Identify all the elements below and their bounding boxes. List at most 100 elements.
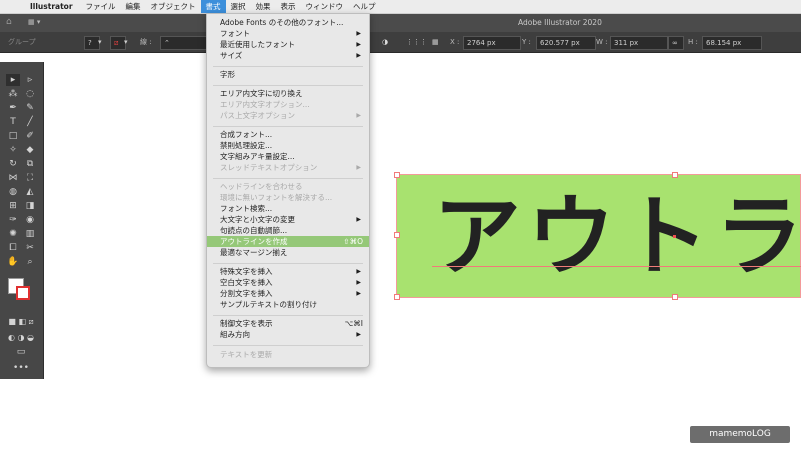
align-icon[interactable]: ⋮⋮⋮ xyxy=(406,36,427,48)
shaper-tool-icon[interactable]: ✧ xyxy=(6,144,20,156)
menu-item-mojikumi-settings[interactable]: 文字組みアキ量設定... xyxy=(207,151,369,162)
workspace-switcher-icon[interactable]: ▦ ▾ xyxy=(28,18,40,26)
menu-item-label: 分割文字を挿入 xyxy=(220,289,273,298)
paintbrush-tool-icon[interactable]: ✐ xyxy=(23,130,37,142)
magic-wand-tool-icon[interactable]: ⁂ xyxy=(6,88,20,100)
y-label: Y : xyxy=(522,38,531,46)
artboard-tool-icon[interactable]: ⧠ xyxy=(6,242,20,254)
selection-handle[interactable] xyxy=(394,172,400,178)
home-icon[interactable]: ⌂ xyxy=(6,17,12,27)
more-tools-icon[interactable]: ••• xyxy=(12,362,30,374)
menu-item-resolve-missing-fonts[interactable]: 環境に無いフォントを解決する... xyxy=(207,192,369,203)
rectangle-tool-icon[interactable]: □ xyxy=(6,130,20,142)
color-mode-icons[interactable]: ■ ◧ ⧄ xyxy=(4,316,38,328)
h-input[interactable]: 68.154 px xyxy=(702,36,762,50)
screen-mode-icon[interactable]: ▭ xyxy=(12,346,30,358)
selection-handle[interactable] xyxy=(394,232,400,238)
menu-item-optical-margin-alignment[interactable]: 最適なマージン揃え xyxy=(207,247,369,258)
direct-selection-tool-icon[interactable]: ▹ xyxy=(23,74,37,86)
menu-item-label: テキストを更新 xyxy=(220,350,273,359)
perspective-grid-tool-icon[interactable]: ⊞ xyxy=(6,200,20,212)
menu-item-insert-whitespace[interactable]: 空白文字を挿入 ▶ xyxy=(207,277,369,288)
curvature-tool-icon[interactable]: ✎ xyxy=(23,102,37,114)
menu-item-recent-fonts[interactable]: 最近使用したフォント ▶ xyxy=(207,39,369,50)
pen-tool-icon[interactable]: ✒ xyxy=(6,102,20,114)
live-paint-tool-icon[interactable]: ◭ xyxy=(23,186,37,198)
eyedropper-tool-icon[interactable]: ✑ xyxy=(6,214,20,226)
menu-object[interactable]: オブジェクト xyxy=(146,0,201,13)
center-point xyxy=(673,235,676,238)
menu-item-composite-fonts[interactable]: 合成フォント... xyxy=(207,129,369,140)
menu-item-font[interactable]: フォント ▶ xyxy=(207,28,369,39)
menu-file[interactable]: ファイル xyxy=(81,0,121,13)
line-tool-icon[interactable]: ╱ xyxy=(23,116,37,128)
menu-item-show-hidden-characters[interactable]: 制御文字を表示 ⌥⌘I xyxy=(207,318,369,329)
menu-effect[interactable]: 効果 xyxy=(251,0,276,13)
menu-item-adobe-fonts[interactable]: Adobe Fonts のその他のフォント... xyxy=(207,17,369,28)
menu-view[interactable]: 表示 xyxy=(276,0,301,13)
y-input[interactable]: 620.577 px xyxy=(536,36,596,50)
menu-item-size[interactable]: サイズ ▶ xyxy=(207,50,369,61)
reference-point-icon[interactable]: ▦ xyxy=(432,36,439,48)
rotate-tool-icon[interactable]: ↻ xyxy=(6,158,20,170)
width-tool-icon[interactable]: ⋈ xyxy=(6,172,20,184)
type-tool-icon[interactable]: T xyxy=(6,116,20,128)
menu-item-label: 環境に無いフォントを解決する... xyxy=(220,193,333,202)
menu-item-glyphs[interactable]: 字形 xyxy=(207,69,369,80)
link-icon[interactable]: ∞ xyxy=(668,36,684,50)
submenu-arrow-icon: ▶ xyxy=(356,268,361,275)
slice-tool-icon[interactable]: ✂ xyxy=(23,242,37,254)
menu-item-insert-special-character[interactable]: 特殊文字を挿入 ▶ xyxy=(207,266,369,277)
chevron-down-icon[interactable]: ▾ xyxy=(124,36,128,48)
menu-item-fit-headline[interactable]: ヘッドラインを合わせる xyxy=(207,181,369,192)
selection-handle[interactable] xyxy=(394,294,400,300)
menu-item-type-on-path-options[interactable]: パス上文字オプション ▶ xyxy=(207,110,369,121)
shape-builder-tool-icon[interactable]: ◍ xyxy=(6,186,20,198)
menu-item-smart-punctuation[interactable]: 句読点の自動調節... xyxy=(207,225,369,236)
menu-window[interactable]: ウィンドウ xyxy=(301,0,349,13)
menu-edit[interactable]: 編集 xyxy=(121,0,146,13)
menu-item-type-orientation[interactable]: 組み方向 ▶ xyxy=(207,329,369,340)
draw-mode-icons[interactable]: ◐ ◑ ◒ xyxy=(4,332,38,344)
menu-separator xyxy=(213,126,363,127)
menu-item-update-legacy-text[interactable]: テキストを更新 xyxy=(207,349,369,360)
menu-item-insert-break[interactable]: 分割文字を挿入 ▶ xyxy=(207,288,369,299)
menu-item-fill-placeholder-text[interactable]: サンプルテキストの割り付け xyxy=(207,299,369,310)
scale-tool-icon[interactable]: ⧉ xyxy=(23,158,37,170)
selection-handle[interactable] xyxy=(672,294,678,300)
menu-item-create-outlines[interactable]: アウトラインを作成 ⇧⌘O xyxy=(207,236,369,247)
x-input[interactable]: 2764 px xyxy=(463,36,521,50)
graph-tool-icon[interactable]: ▥ xyxy=(23,228,37,240)
app-name-menu[interactable]: Illustrator xyxy=(30,2,73,11)
stroke-color-icon[interactable] xyxy=(16,286,30,300)
submenu-arrow-icon: ▶ xyxy=(356,216,361,223)
menu-item-label: 大文字と小文字の変更 xyxy=(220,215,295,224)
menu-item-label: 文字組みアキ量設定... xyxy=(220,152,295,161)
stroke-weight-input[interactable]: ⌃ xyxy=(160,36,208,50)
w-input[interactable]: 311 px xyxy=(610,36,668,50)
zoom-tool-icon[interactable]: ⌕ xyxy=(23,256,37,268)
menu-item-convert-area-type[interactable]: エリア内文字に切り換え xyxy=(207,88,369,99)
hand-tool-icon[interactable]: ✋ xyxy=(6,256,20,268)
eraser-tool-icon[interactable]: ◆ xyxy=(23,144,37,156)
selection-handle[interactable] xyxy=(672,172,678,178)
symbol-sprayer-tool-icon[interactable]: ✺ xyxy=(6,228,20,240)
gradient-tool-icon[interactable]: ◨ xyxy=(23,200,37,212)
menu-type[interactable]: 書式 xyxy=(200,0,226,13)
chevron-down-icon[interactable]: ▾ xyxy=(98,36,102,48)
selected-artwork[interactable]: アウトライ xyxy=(396,174,801,298)
recolor-icon[interactable]: ◑ xyxy=(382,36,388,48)
menu-item-change-case[interactable]: 大文字と小文字の変更 ▶ xyxy=(207,214,369,225)
menu-select[interactable]: 選択 xyxy=(226,0,251,13)
menu-item-label: 組み方向 xyxy=(220,330,250,339)
blend-tool-icon[interactable]: ◉ xyxy=(23,214,37,226)
menu-item-threaded-text-options[interactable]: スレッドテキストオプション ▶ xyxy=(207,162,369,173)
menu-item-find-font[interactable]: フォント検索... xyxy=(207,203,369,214)
menu-item-area-type-options[interactable]: エリア内文字オプション... xyxy=(207,99,369,110)
menu-item-kinsoku-settings[interactable]: 禁則処理設定... xyxy=(207,140,369,151)
menu-help[interactable]: ヘルプ xyxy=(348,0,381,13)
free-transform-tool-icon[interactable]: ⛶ xyxy=(23,172,37,184)
selection-tool-icon[interactable]: ▸ xyxy=(6,74,20,86)
lasso-tool-icon[interactable]: ◌ xyxy=(23,88,37,100)
menu-separator xyxy=(213,66,363,67)
